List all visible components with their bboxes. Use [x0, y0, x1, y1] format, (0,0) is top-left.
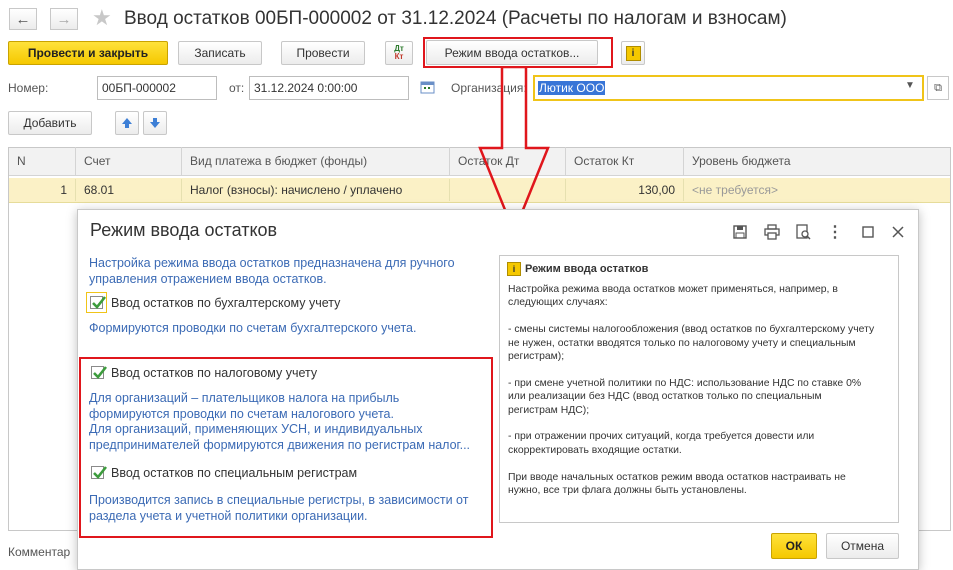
desc-line: формируются проводки по счетам налоговог…	[89, 406, 394, 421]
help-line: следующих случаях:	[508, 297, 608, 309]
col-credit[interactable]: Остаток Кт	[566, 147, 684, 175]
org-open-button[interactable]: ⧉	[927, 76, 949, 100]
cb-accounting[interactable]	[90, 296, 107, 309]
info-icon: i	[625, 45, 641, 61]
back-button[interactable]: ←	[9, 8, 37, 30]
help-line: При вводе начальных остатков режим ввода…	[508, 471, 846, 483]
help-line: регистрам НДС);	[508, 404, 590, 416]
col-budget-level[interactable]: Уровень бюджета	[684, 147, 950, 175]
preview-icon[interactable]	[794, 223, 812, 241]
help-line: нужно, все три флага должны быть установ…	[508, 485, 747, 497]
help-title: Режим ввода остатков	[525, 263, 649, 275]
post-button[interactable]: Провести	[281, 41, 365, 65]
checkmark-icon	[93, 366, 108, 379]
desc-line: Производится запись в специальные регист…	[89, 493, 469, 507]
desc-line: Для организаций, применяющих УСН, и инди…	[89, 422, 423, 436]
favorite-star-icon[interactable]: ★	[92, 5, 112, 31]
help-line	[508, 457, 874, 470]
mode-button-highlight	[423, 37, 613, 68]
cb-tax[interactable]	[91, 366, 108, 379]
help-line: - при отражении прочих ситуаций, когда т…	[508, 431, 815, 443]
ok-button[interactable]: ОК	[771, 533, 817, 559]
dt-kt-icon-bottom: Кт	[394, 52, 404, 61]
dialog-intro: Настройка режима ввода остатков предназн…	[89, 255, 455, 287]
desc-line: раздела учета и учетной политики организ…	[89, 509, 368, 523]
forward-button[interactable]: →	[50, 8, 78, 30]
more-menu-icon[interactable]: ⋮	[826, 223, 844, 241]
desc-line: предпринимателей формируются движения по…	[89, 437, 471, 452]
write-button[interactable]: Записать	[178, 41, 262, 65]
help-line	[508, 310, 874, 323]
date-field[interactable]: 31.12.2024 0:00:00	[249, 76, 409, 100]
move-down-button[interactable]	[143, 111, 167, 135]
checkmark-icon	[93, 466, 108, 479]
cancel-button[interactable]: Отмена	[826, 533, 899, 559]
comment-label: Комментар	[8, 545, 71, 559]
desc-line: Для организаций – плательщиков налога на…	[89, 391, 400, 405]
calendar-icon[interactable]	[420, 80, 436, 94]
org-field[interactable]: Лютик ООО	[533, 75, 924, 101]
cell-budget-level[interactable]: <не требуется>	[684, 179, 950, 201]
date-label: от:	[229, 81, 245, 95]
info-button[interactable]: i	[621, 41, 645, 65]
help-line	[508, 363, 874, 376]
col-account[interactable]: Счет	[76, 147, 182, 175]
col-n[interactable]: N	[9, 147, 76, 175]
cb-special[interactable]	[91, 466, 108, 479]
number-field[interactable]: 00БП-000002	[97, 76, 217, 100]
post-and-close-button[interactable]: Провести и закрыть	[8, 41, 168, 65]
org-dropdown-icon[interactable]: ▼	[905, 80, 915, 91]
help-line: - при смене учетной политики по НДС: исп…	[508, 377, 862, 389]
arrow-left-icon: ←	[15, 10, 31, 28]
help-line: или реализации без НДС (ввод остатков то…	[508, 391, 822, 403]
close-icon[interactable]	[889, 223, 907, 241]
cb-accounting-label[interactable]: Ввод остатков по бухгалтерскому учету	[111, 296, 340, 310]
cb-special-desc: Производится запись в специальные регист…	[89, 492, 468, 524]
cell-payment-type[interactable]: Налог (взносы): начислено / уплачено	[182, 179, 450, 201]
intro-line: Настройка режима ввода остатков предназн…	[89, 256, 455, 270]
cb-special-label[interactable]: Ввод остатков по специальным регистрам	[111, 466, 357, 480]
cb-accounting-desc: Формируются проводки по счетам бухгалтер…	[89, 321, 417, 335]
add-button[interactable]: Добавить	[8, 111, 92, 135]
window-title: Ввод остатков 00БП-000002 от 31.12.2024 …	[124, 8, 787, 29]
help-text: Настройка режима ввода остатков может пр…	[508, 283, 874, 497]
help-line: - смены системы налогообложения (ввод ос…	[508, 324, 875, 336]
help-line	[508, 417, 874, 430]
help-line: скорректировать входящие остатки.	[508, 444, 682, 456]
dt-kt-button[interactable]: Дт Кт	[385, 41, 413, 65]
cell-account[interactable]: 68.01	[76, 179, 182, 201]
cell-n[interactable]: 1	[9, 179, 76, 201]
maximize-icon[interactable]	[859, 223, 877, 241]
help-line: регистрам);	[508, 351, 565, 363]
dialog-title: Режим ввода остатков	[90, 220, 278, 240]
col-payment-type[interactable]: Вид платежа в бюджет (фонды)	[182, 147, 450, 175]
open-icon: ⧉	[934, 81, 942, 94]
move-up-button[interactable]	[115, 111, 139, 135]
help-line: не нужен, остатки вводятся только по нал…	[508, 337, 856, 349]
intro-line: управления отражением ввода остатков.	[89, 272, 327, 286]
save-icon[interactable]	[731, 223, 749, 241]
help-info-icon: i	[507, 262, 521, 276]
arrow-right-icon: →	[56, 10, 72, 28]
arrow-up-icon	[122, 118, 132, 128]
number-label: Номер:	[8, 81, 49, 95]
help-line: Настройка режима ввода остатков может пр…	[508, 284, 838, 295]
checkmark-icon	[92, 296, 107, 309]
cb-tax-label[interactable]: Ввод остатков по налоговому учету	[111, 366, 317, 380]
cell-credit[interactable]: 130,00	[566, 179, 684, 201]
print-icon[interactable]	[763, 223, 781, 241]
arrow-down-icon	[150, 118, 160, 128]
cb-tax-desc: Для организаций – плательщиков налога на…	[89, 391, 470, 453]
